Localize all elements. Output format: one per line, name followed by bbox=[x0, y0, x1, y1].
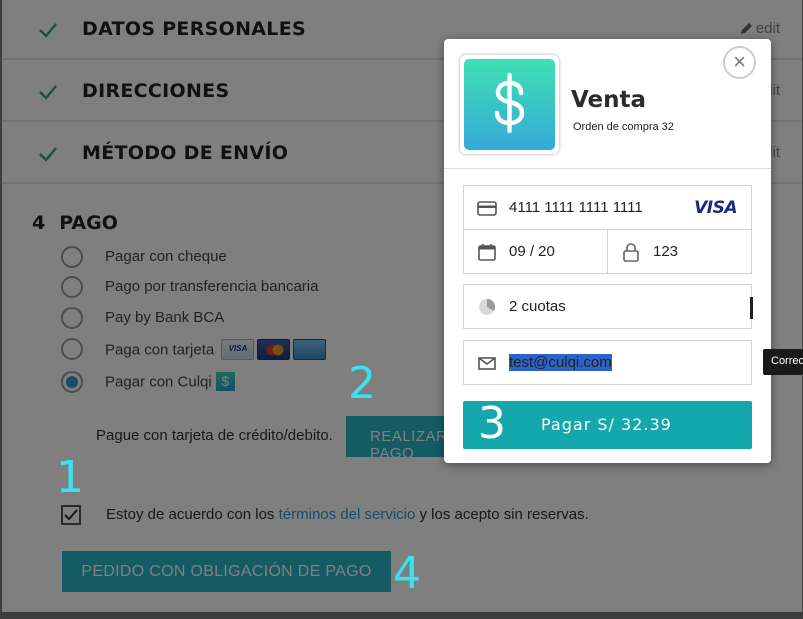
modal-header: Venta Orden de compra 32 × bbox=[444, 39, 771, 169]
cvv-value: 123 bbox=[653, 243, 679, 260]
email-field-group: test@culqi.com bbox=[463, 340, 752, 385]
email-value: test@culqi.com bbox=[509, 354, 612, 371]
pay-button[interactable]: 3 Pagar S/ 32.39 bbox=[463, 398, 752, 449]
expiry-value: 09 / 20 bbox=[509, 243, 555, 260]
installments-field[interactable]: 2 cuotas bbox=[464, 285, 753, 328]
email-tooltip: Correo bbox=[763, 349, 803, 375]
pay-button-label: Pagar S/ 32.39 bbox=[541, 415, 672, 434]
expiry-field[interactable]: 09 / 20 bbox=[464, 230, 607, 273]
installments-select[interactable]: 2 cuotas bbox=[463, 284, 753, 329]
installments-value: 2 cuotas bbox=[509, 298, 566, 315]
page-background: DATOS PERSONALES edit DIRECCIONES edit M… bbox=[0, 0, 803, 619]
card-details-group: 4111 1111 1111 1111 VISA 09 / 20 123 bbox=[463, 185, 752, 274]
culqi-payment-modal: Venta Orden de compra 32 × 4111 1111 111… bbox=[444, 39, 771, 463]
credit-card-icon bbox=[477, 201, 497, 216]
order-reference: Orden de compra 32 bbox=[573, 121, 674, 133]
annotation-number: 1 bbox=[56, 452, 84, 503]
close-modal-button[interactable]: × bbox=[723, 46, 756, 79]
annotation-number: 4 bbox=[393, 548, 421, 599]
pie-chart-icon bbox=[479, 298, 496, 315]
expiry-cvv-row: 09 / 20 123 bbox=[464, 229, 751, 273]
card-number-field[interactable]: 4111 1111 1111 1111 VISA bbox=[464, 186, 751, 229]
select-arrow-icon bbox=[750, 297, 753, 319]
merchant-logo bbox=[460, 55, 559, 154]
cvv-field[interactable]: 123 bbox=[607, 230, 751, 273]
lock-icon bbox=[623, 243, 639, 262]
annotation-number: 3 bbox=[478, 398, 506, 449]
email-field[interactable]: test@culqi.com bbox=[464, 341, 751, 384]
annotation-number: 2 bbox=[348, 358, 376, 409]
dollar-icon bbox=[494, 72, 525, 134]
visa-logo: VISA bbox=[694, 198, 737, 218]
card-number-value: 4111 1111 1111 1111 bbox=[509, 199, 643, 216]
merchant-name: Venta bbox=[571, 87, 647, 113]
dollar-logo-icon bbox=[464, 59, 555, 150]
calendar-icon bbox=[478, 244, 496, 261]
envelope-icon bbox=[478, 357, 496, 370]
